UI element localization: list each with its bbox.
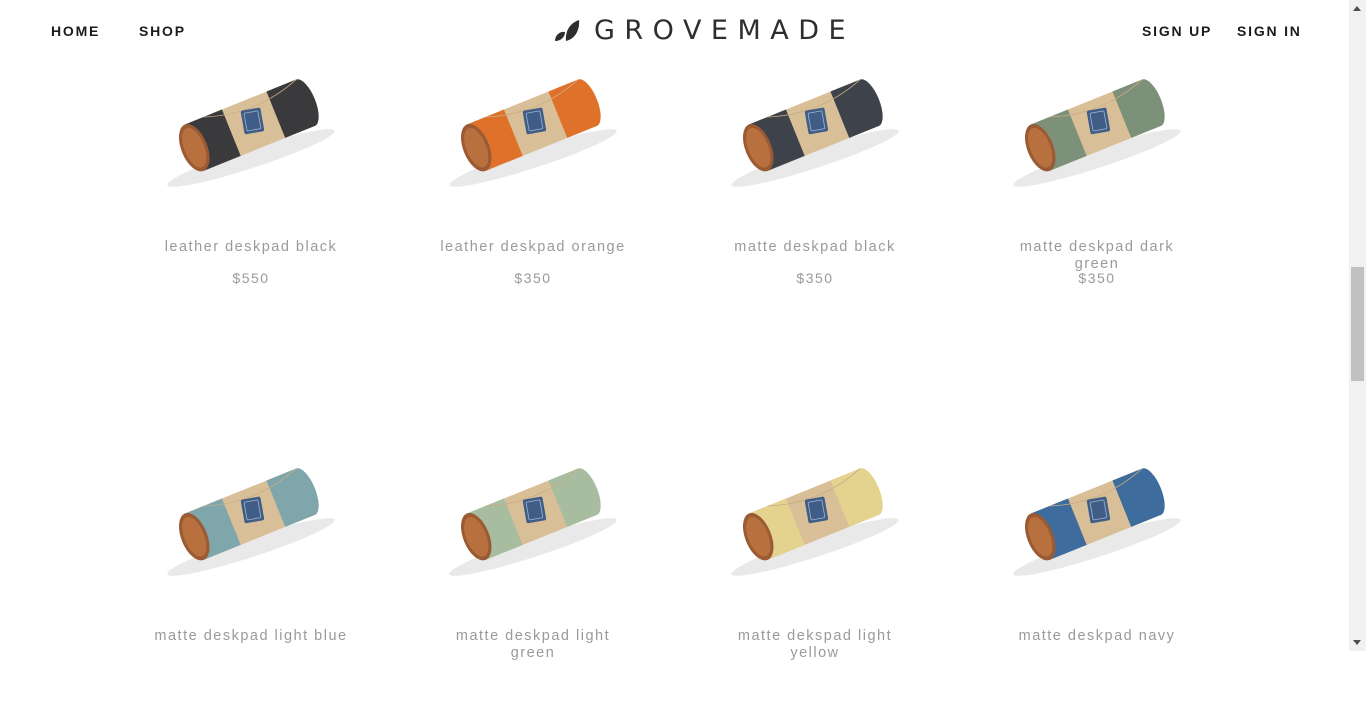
page-scrollbar[interactable] <box>1349 0 1366 651</box>
product-name[interactable]: matte deskpad black <box>715 239 915 256</box>
product-image <box>449 468 617 576</box>
product-name[interactable]: matte deskpad dark green <box>997 239 1197 273</box>
leaf-logo-icon <box>555 20 580 41</box>
product-image <box>1013 468 1181 576</box>
nav-sign-in-link[interactable]: SIGN IN <box>1237 23 1302 39</box>
scroll-thumb[interactable] <box>1351 267 1364 381</box>
product-card[interactable]: leather deskpad orange $350 <box>433 58 633 318</box>
product-card[interactable]: matte deskpad dark green $350 <box>997 58 1197 318</box>
product-card[interactable]: matte dekspad light yellow <box>715 447 915 707</box>
product-name[interactable]: matte dekspad light yellow <box>715 628 915 662</box>
product-name[interactable]: leather deskpad black <box>151 239 351 256</box>
site-header: HOME SHOP GROVEMADE SIGN UP SIGN IN <box>0 0 1349 62</box>
product-price: $350 <box>1078 270 1116 286</box>
product-name[interactable]: matte deskpad light blue <box>151 628 351 645</box>
product-card[interactable]: matte deskpad navy <box>997 447 1197 707</box>
product-card[interactable]: leather deskpad black $550 <box>151 58 351 318</box>
product-card[interactable]: matte deskpad light blue <box>151 447 351 707</box>
nav-home-link[interactable]: HOME <box>51 23 100 39</box>
brand-name: GROVEMADE <box>594 15 856 46</box>
product-name[interactable]: matte deskpad navy <box>997 628 1197 645</box>
product-image <box>167 468 335 576</box>
product-image <box>167 79 335 187</box>
scroll-down-arrow-icon[interactable] <box>1353 640 1361 645</box>
product-price: $350 <box>514 270 552 286</box>
product-image <box>1013 79 1181 187</box>
product-card[interactable]: matte deskpad black $350 <box>715 58 915 318</box>
product-image <box>449 79 617 187</box>
product-name[interactable]: matte deskpad light green <box>433 628 633 662</box>
product-card[interactable]: matte deskpad light green <box>433 447 633 707</box>
scroll-up-arrow-icon[interactable] <box>1353 6 1361 11</box>
product-price: $350 <box>796 270 834 286</box>
product-grid: leather deskpad black $550 leather deskpad… <box>0 0 1349 661</box>
product-image <box>731 468 899 576</box>
product-price: $550 <box>232 270 270 286</box>
nav-sign-up-link[interactable]: SIGN UP <box>1142 23 1212 39</box>
product-image <box>731 79 899 187</box>
product-name[interactable]: leather deskpad orange <box>433 239 633 256</box>
nav-shop-link[interactable]: SHOP <box>139 23 186 39</box>
